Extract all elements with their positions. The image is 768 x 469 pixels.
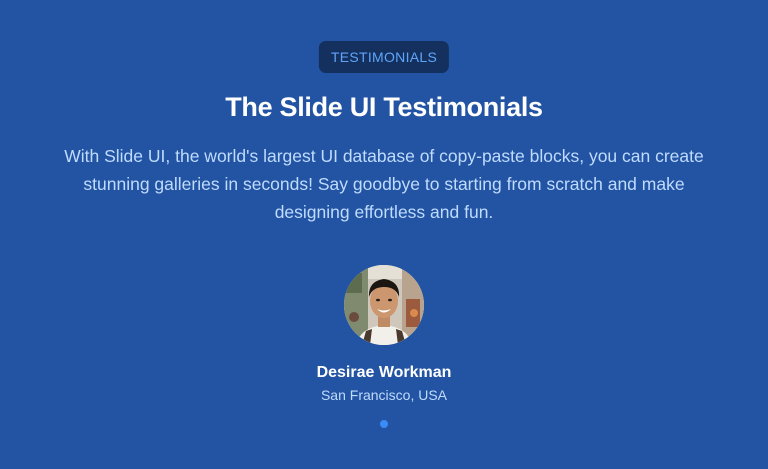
section-title: The Slide UI Testimonials	[225, 92, 543, 122]
testimonial-author-location: San Francisco, USA	[320, 387, 448, 403]
testimonial-author-name: Desirae Workman	[316, 364, 452, 381]
pagination-dot-1[interactable]	[380, 420, 388, 428]
section-badge: TESTIMONIALS	[318, 41, 450, 73]
carousel-pagination	[0, 420, 768, 428]
testimonials-section: TESTIMONIALS The Slide UI Testimonials W…	[0, 0, 768, 469]
avatar	[344, 265, 424, 345]
section-description: With Slide UI, the world's largest UI da…	[64, 146, 704, 222]
avatar-photo	[344, 265, 424, 345]
